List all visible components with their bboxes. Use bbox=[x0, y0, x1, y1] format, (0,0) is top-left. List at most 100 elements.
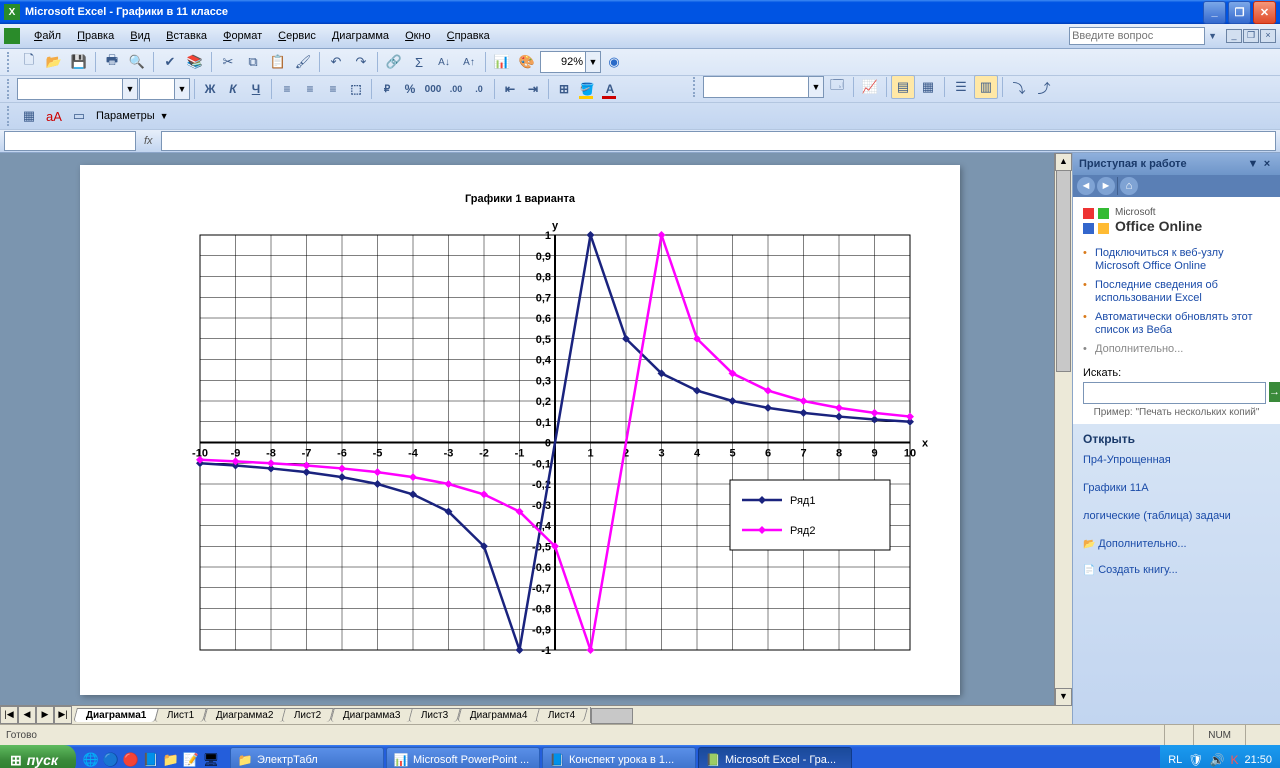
ie-icon[interactable]: 🌐 bbox=[82, 751, 100, 768]
taskbar-task[interactable]: 📗Microsoft Excel - Гра... bbox=[698, 747, 852, 768]
by-column-icon[interactable]: ▥ bbox=[974, 75, 998, 99]
tray-sound-icon[interactable]: 🔊 bbox=[1210, 753, 1225, 767]
menu-Сервис[interactable]: Сервис bbox=[270, 28, 324, 44]
sheet-tab[interactable]: Лист1 bbox=[155, 708, 208, 722]
help-dropdown-icon[interactable]: ▼ bbox=[1208, 31, 1217, 41]
taskpane-close-icon[interactable]: × bbox=[1260, 158, 1274, 170]
bold-icon[interactable]: Ж bbox=[199, 78, 221, 100]
taskpane-dropdown-icon[interactable]: ▼ bbox=[1246, 158, 1260, 170]
chrome-icon[interactable]: 🔵 bbox=[102, 751, 120, 768]
font-name-box[interactable]: ▼ bbox=[17, 78, 138, 100]
borders-icon[interactable]: ⊞ bbox=[553, 78, 575, 100]
menu-Диаграмма[interactable]: Диаграмма bbox=[324, 28, 397, 44]
hyperlink-icon[interactable]: 🔗 bbox=[382, 50, 406, 74]
select-all-icon[interactable]: ▦ bbox=[17, 104, 41, 128]
tab-nav-prev-icon[interactable]: ◀ bbox=[18, 706, 36, 724]
recent-file-link[interactable]: Пр4-Упрощенная bbox=[1083, 452, 1270, 468]
menu-Справка[interactable]: Справка bbox=[439, 28, 498, 44]
open-more-link[interactable]: Дополнительно... bbox=[1083, 536, 1270, 552]
menu-Правка[interactable]: Правка bbox=[69, 28, 122, 44]
save-icon[interactable]: 💾 bbox=[67, 50, 91, 74]
notes-icon[interactable]: 📝 bbox=[182, 751, 200, 768]
horizontal-scrollbar[interactable] bbox=[590, 707, 1072, 723]
zoom-input[interactable] bbox=[541, 53, 585, 71]
align-left-icon[interactable]: ≡ bbox=[276, 78, 298, 100]
menu-Формат[interactable]: Формат bbox=[215, 28, 270, 44]
sheet-tab[interactable]: Лист3 bbox=[408, 708, 461, 722]
legend-icon[interactable]: ▤ bbox=[891, 75, 915, 99]
italic-icon[interactable]: К bbox=[222, 78, 244, 100]
chart-type-icon[interactable]: 📈 bbox=[858, 75, 882, 99]
vertical-scrollbar[interactable]: ▲ ▼ bbox=[1054, 153, 1072, 706]
menu-Вид[interactable]: Вид bbox=[122, 28, 158, 44]
comma-icon[interactable]: 000 bbox=[422, 78, 444, 100]
menu-Файл[interactable]: Файл bbox=[26, 28, 69, 44]
explorer-icon[interactable]: 📁 bbox=[162, 751, 180, 768]
search-input[interactable] bbox=[1083, 382, 1266, 404]
font-color-icon[interactable]: A bbox=[599, 78, 621, 100]
percent-icon[interactable]: % bbox=[399, 78, 421, 100]
tray-lang[interactable]: RL bbox=[1168, 754, 1182, 766]
help-icon[interactable]: ◉ bbox=[602, 50, 626, 74]
underline-icon[interactable]: Ч bbox=[245, 78, 267, 100]
spelling-icon[interactable]: ✔ bbox=[158, 50, 182, 74]
redo-icon[interactable]: ↷ bbox=[349, 50, 373, 74]
taskpane-link[interactable]: Последние сведения об использовании Exce… bbox=[1083, 276, 1270, 308]
search-go-button[interactable]: → bbox=[1269, 382, 1280, 402]
chart-sheet[interactable]: Графики 1 варианта-10-9-8-7-6-5-4-3-2-11… bbox=[80, 165, 960, 695]
taskbar-task[interactable]: 📁ЭлектрТабл bbox=[230, 747, 384, 768]
recent-file-link[interactable]: Графики 11А bbox=[1083, 480, 1270, 496]
taskpane-link[interactable]: Подключиться к веб-узлу Microsoft Office… bbox=[1083, 244, 1270, 276]
menu-Окно[interactable]: Окно bbox=[397, 28, 439, 44]
fill-color-icon[interactable]: 🪣 bbox=[576, 78, 598, 100]
nav-forward-icon[interactable]: ► bbox=[1097, 177, 1115, 195]
parameters-dropdown-icon[interactable]: ▼ bbox=[160, 111, 169, 121]
fx-icon[interactable]: fx bbox=[144, 135, 153, 147]
scroll-down-icon[interactable]: ▼ bbox=[1055, 688, 1072, 706]
hscroll-thumb[interactable] bbox=[591, 708, 633, 724]
toolbar-handle[interactable] bbox=[7, 52, 13, 72]
menu-Вставка[interactable]: Вставка bbox=[158, 28, 215, 44]
sheet-tab[interactable]: Диаграмма4 bbox=[457, 708, 540, 722]
print-preview-icon[interactable]: 🔍 bbox=[125, 50, 149, 74]
font-size-box[interactable]: ▼ bbox=[139, 78, 190, 100]
taskbar-task[interactable]: 📘Конспект урока в 1... bbox=[542, 747, 696, 768]
parameters-label[interactable]: Параметры bbox=[92, 110, 159, 122]
sheet-tab[interactable]: Диаграмма3 bbox=[330, 708, 413, 722]
increase-indent-icon[interactable]: ⇥ bbox=[522, 78, 544, 100]
sheet-tab[interactable]: Лист2 bbox=[281, 708, 334, 722]
decrease-indent-icon[interactable]: ⇤ bbox=[499, 78, 521, 100]
cut-icon[interactable]: ✂ bbox=[216, 50, 240, 74]
maximize-button[interactable]: ❐ bbox=[1228, 1, 1251, 24]
zoom-box[interactable]: ▼ bbox=[540, 51, 601, 73]
formula-input[interactable] bbox=[161, 131, 1276, 151]
nav-home-icon[interactable]: ⌂ bbox=[1120, 177, 1138, 195]
copy-icon[interactable]: ⧉ bbox=[241, 50, 265, 74]
scroll-thumb[interactable] bbox=[1056, 170, 1071, 372]
desktop-icon[interactable]: 🖥 bbox=[202, 751, 220, 768]
minimize-button[interactable]: _ bbox=[1203, 1, 1226, 24]
chart-wizard-icon[interactable]: 📊 bbox=[490, 50, 514, 74]
close-button[interactable]: ✕ bbox=[1253, 1, 1276, 24]
word-icon[interactable]: 📘 bbox=[142, 751, 160, 768]
create-workbook-link[interactable]: Создать книгу... bbox=[1083, 562, 1270, 578]
angle-ccw-icon[interactable]: ⤴ bbox=[1032, 75, 1056, 99]
tab-nav-first-icon[interactable]: |◀ bbox=[0, 706, 18, 724]
align-right-icon[interactable]: ≡ bbox=[322, 78, 344, 100]
font-settings-icon[interactable]: аА bbox=[42, 104, 66, 128]
taskpane-link[interactable]: Автоматически обновлять этот список из В… bbox=[1083, 308, 1270, 340]
recent-file-link[interactable]: логические (таблица) задачи bbox=[1083, 508, 1270, 524]
taskbar-task[interactable]: 📊Microsoft PowerPoint ... bbox=[386, 747, 540, 768]
decrease-decimal-icon[interactable]: .0 bbox=[468, 78, 490, 100]
angle-cw-icon[interactable]: ⤵ bbox=[1007, 75, 1031, 99]
toolbar-handle[interactable] bbox=[693, 77, 699, 97]
opera-icon[interactable]: 🔴 bbox=[122, 751, 140, 768]
mdi-restore-button[interactable]: ❐ bbox=[1243, 29, 1259, 43]
tray-av-icon[interactable]: K bbox=[1230, 753, 1238, 767]
data-table-icon[interactable]: ▦ bbox=[916, 75, 940, 99]
format-object-icon[interactable]: 🗔 bbox=[825, 75, 849, 99]
align-center-icon[interactable]: ≡ bbox=[299, 78, 321, 100]
start-button[interactable]: пуск bbox=[0, 745, 76, 768]
format-painter-icon[interactable]: 🖌 bbox=[291, 50, 315, 74]
sort-desc-icon[interactable]: A↑ bbox=[457, 50, 481, 74]
